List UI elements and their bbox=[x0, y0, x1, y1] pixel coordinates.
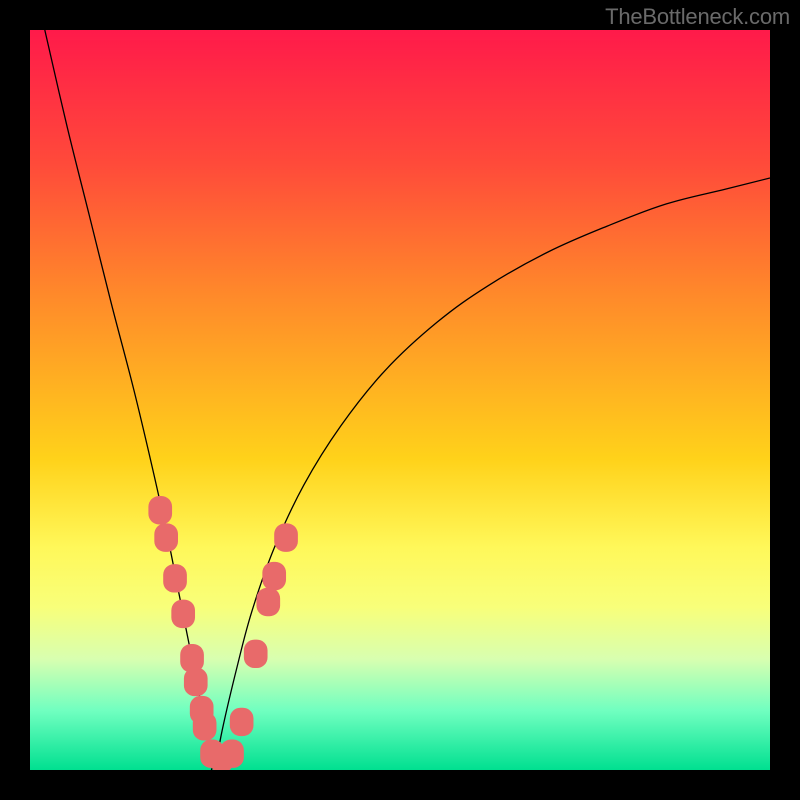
data-marker bbox=[148, 496, 172, 524]
data-marker bbox=[193, 712, 217, 740]
right-branch-curve bbox=[215, 178, 770, 770]
data-marker bbox=[274, 523, 298, 551]
chart-stage: TheBottleneck.com bbox=[0, 0, 800, 800]
data-marker bbox=[262, 562, 286, 590]
watermark-text: TheBottleneck.com bbox=[605, 4, 790, 30]
chart-svg bbox=[30, 30, 770, 770]
data-marker bbox=[230, 708, 254, 736]
plot-area bbox=[30, 30, 770, 770]
data-marker bbox=[184, 668, 208, 696]
data-marker bbox=[220, 740, 244, 768]
data-marker bbox=[171, 600, 195, 628]
data-marker bbox=[154, 523, 178, 551]
data-marker bbox=[256, 588, 280, 616]
data-marker bbox=[244, 640, 268, 668]
data-marker bbox=[163, 564, 187, 592]
